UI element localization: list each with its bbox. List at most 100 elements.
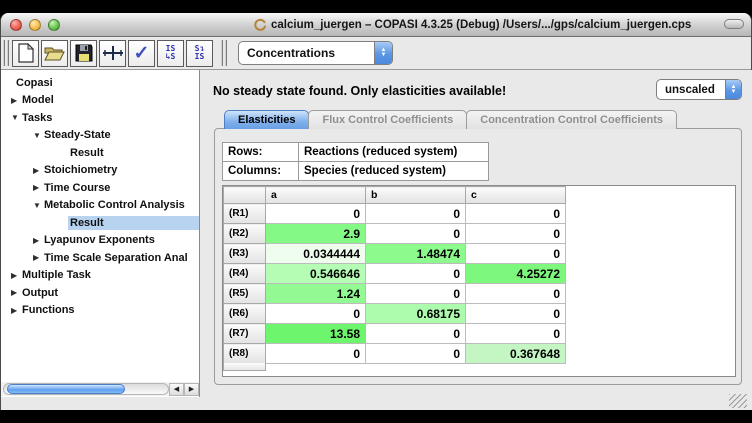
save-file-button[interactable] xyxy=(70,40,97,67)
chevron-down-icon[interactable]: ▼ xyxy=(33,131,42,140)
chevron-down-icon[interactable]: ▼ xyxy=(11,113,20,122)
cell-r1-c[interactable]: 0 xyxy=(466,204,566,224)
cell-r7-c[interactable]: 0 xyxy=(466,324,566,344)
sidebar-item-copasi[interactable]: Copasi xyxy=(1,74,199,92)
cell-r3-c[interactable]: 0 xyxy=(466,244,566,264)
minimize-button[interactable] xyxy=(29,19,41,31)
cell-r5-a[interactable]: 1.24 xyxy=(266,284,366,304)
stepper-icon[interactable]: ▲▼ xyxy=(374,42,392,64)
chevron-right-icon[interactable]: ▶ xyxy=(33,253,42,262)
chevron-right-icon[interactable]: ▶ xyxy=(33,166,42,175)
row-header-r1[interactable]: (R1) xyxy=(224,204,266,224)
cell-r4-b[interactable]: 0 xyxy=(366,264,466,284)
sidebar-item-label: Output xyxy=(20,286,199,300)
is-to-s-button[interactable]: IS ↳S xyxy=(157,40,184,67)
close-button[interactable] xyxy=(10,19,22,31)
cell-r4-c[interactable]: 4.25272 xyxy=(466,264,566,284)
table-scroll-area[interactable]: abc (R1)000(R2)2.900(R3)0.03444441.48474… xyxy=(222,185,736,377)
row-header-r3[interactable]: (R3) xyxy=(224,244,266,264)
zoom-button[interactable] xyxy=(48,19,60,31)
cell-r8-c[interactable]: 0.367648 xyxy=(466,344,566,364)
tab-elasticities[interactable]: Elasticities xyxy=(224,110,309,129)
chevron-right-icon[interactable]: ▶ xyxy=(11,96,20,105)
sidebar-horizontal-scrollbar[interactable]: ◀ ▶ xyxy=(1,382,199,396)
cell-r6-c[interactable]: 0 xyxy=(466,304,566,324)
cell-r5-b[interactable]: 0 xyxy=(366,284,466,304)
cell-r6-b[interactable]: 0.68175 xyxy=(366,304,466,324)
copasi-window: calcium_juergen – COPASI 4.3.25 (Debug) … xyxy=(0,13,752,410)
row-header-r4[interactable]: (R4) xyxy=(224,264,266,284)
scrollbar-track[interactable] xyxy=(3,383,169,395)
sidebar-item-tasks[interactable]: ▼Tasks xyxy=(1,109,199,127)
sidebar-item-result[interactable]: Result xyxy=(1,144,199,162)
row-header-r8[interactable]: (R8) xyxy=(224,344,266,364)
chevron-right-icon[interactable]: ▶ xyxy=(33,236,42,245)
row-header-r2[interactable]: (R2) xyxy=(224,224,266,244)
scroll-left-button[interactable]: ◀ xyxy=(169,383,184,396)
cell-r7-a[interactable]: 13.58 xyxy=(266,324,366,344)
resize-grip-icon[interactable] xyxy=(729,394,747,408)
check-button[interactable]: ✓ xyxy=(128,40,155,67)
sidebar-item-label: Lyapunov Exponents xyxy=(42,233,199,247)
task-selector[interactable]: Concentrations ▲▼ xyxy=(238,41,393,65)
cell-r3-a[interactable]: 0.0344444 xyxy=(266,244,366,264)
toolbar-grip[interactable] xyxy=(3,40,9,66)
checkmark-icon: ✓ xyxy=(134,44,150,63)
scale-selector[interactable]: unscaled ▲▼ xyxy=(656,79,742,100)
cell-r6-a[interactable]: 0 xyxy=(266,304,366,324)
cell-r2-b[interactable]: 0 xyxy=(366,224,466,244)
open-folder-icon xyxy=(44,44,65,62)
sidebar-item-output[interactable]: ▶Output xyxy=(1,284,199,302)
sidebar-item-multiple-task[interactable]: ▶Multiple Task xyxy=(1,267,199,285)
tab-flux-control-coefficients[interactable]: Flux Control Coefficients xyxy=(308,110,467,129)
chevron-down-icon[interactable]: ▼ xyxy=(33,201,42,210)
column-header-c[interactable]: c xyxy=(466,187,566,204)
scroll-right-button[interactable]: ▶ xyxy=(184,383,199,396)
sidebar-item-stoichiometry[interactable]: ▶Stoichiometry xyxy=(1,162,199,180)
insert-marker-button[interactable] xyxy=(99,40,126,67)
chevron-right-icon[interactable]: ▶ xyxy=(11,271,20,280)
sidebar-item-label: Time Course xyxy=(42,181,199,195)
columns-label: Columns: xyxy=(223,162,299,181)
tab-concentration-control-coefficients[interactable]: Concentration Control Coefficients xyxy=(466,110,677,129)
sidebar-item-result[interactable]: Result xyxy=(1,214,199,232)
cell-r8-a[interactable]: 0 xyxy=(266,344,366,364)
status-message: No steady state found. Only elasticities… xyxy=(213,84,506,98)
s-to-is-icon: S↴ IS xyxy=(195,45,205,61)
sidebar-item-label: Result xyxy=(68,216,199,230)
sidebar-item-time-scale-separation-anal[interactable]: ▶Time Scale Separation Anal xyxy=(1,249,199,267)
cell-r2-c[interactable]: 0 xyxy=(466,224,566,244)
sidebar-item-functions[interactable]: ▶Functions xyxy=(1,302,199,320)
row-header-r7[interactable]: (R7) xyxy=(224,324,266,344)
open-file-button[interactable] xyxy=(41,40,68,67)
cell-r3-b[interactable]: 1.48474 xyxy=(366,244,466,264)
row-header-r5[interactable]: (R5) xyxy=(224,284,266,304)
cell-r1-b[interactable]: 0 xyxy=(366,204,466,224)
cell-r7-b[interactable]: 0 xyxy=(366,324,466,344)
sidebar-item-metabolic-control-analysis[interactable]: ▼Metabolic Control Analysis xyxy=(1,197,199,215)
column-header-b[interactable]: b xyxy=(366,187,466,204)
cell-r4-a[interactable]: 0.546646 xyxy=(266,264,366,284)
sidebar-item-label: Copasi xyxy=(14,76,199,90)
sidebar-tree: Copasi▶Model▼Tasks▼Steady-StateResult▶St… xyxy=(1,74,199,319)
new-file-button[interactable] xyxy=(12,40,39,67)
cell-r5-c[interactable]: 0 xyxy=(466,284,566,304)
cell-r1-a[interactable]: 0 xyxy=(266,204,366,224)
sidebar-item-model[interactable]: ▶Model xyxy=(1,92,199,110)
chevron-right-icon[interactable]: ▶ xyxy=(11,288,20,297)
scrollbar-thumb[interactable] xyxy=(7,384,125,394)
toolbar-grip-2[interactable] xyxy=(221,40,227,66)
chevron-right-icon[interactable]: ▶ xyxy=(11,306,20,315)
cell-r2-a[interactable]: 2.9 xyxy=(266,224,366,244)
stepper-icon[interactable]: ▲▼ xyxy=(725,80,741,99)
row-header-r6[interactable]: (R6) xyxy=(224,304,266,324)
column-header-a[interactable]: a xyxy=(266,187,366,204)
s-to-is-button[interactable]: S↴ IS xyxy=(186,40,213,67)
sidebar-item-lyapunov-exponents[interactable]: ▶Lyapunov Exponents xyxy=(1,232,199,250)
elasticities-table: abc (R1)000(R2)2.900(R3)0.03444441.48474… xyxy=(223,186,566,364)
sidebar-item-time-course[interactable]: ▶Time Course xyxy=(1,179,199,197)
chevron-right-icon[interactable]: ▶ xyxy=(33,183,42,192)
cell-r8-b[interactable]: 0 xyxy=(366,344,466,364)
toolbar-toggle-button[interactable] xyxy=(724,19,744,29)
sidebar-item-steady-state[interactable]: ▼Steady-State xyxy=(1,127,199,145)
